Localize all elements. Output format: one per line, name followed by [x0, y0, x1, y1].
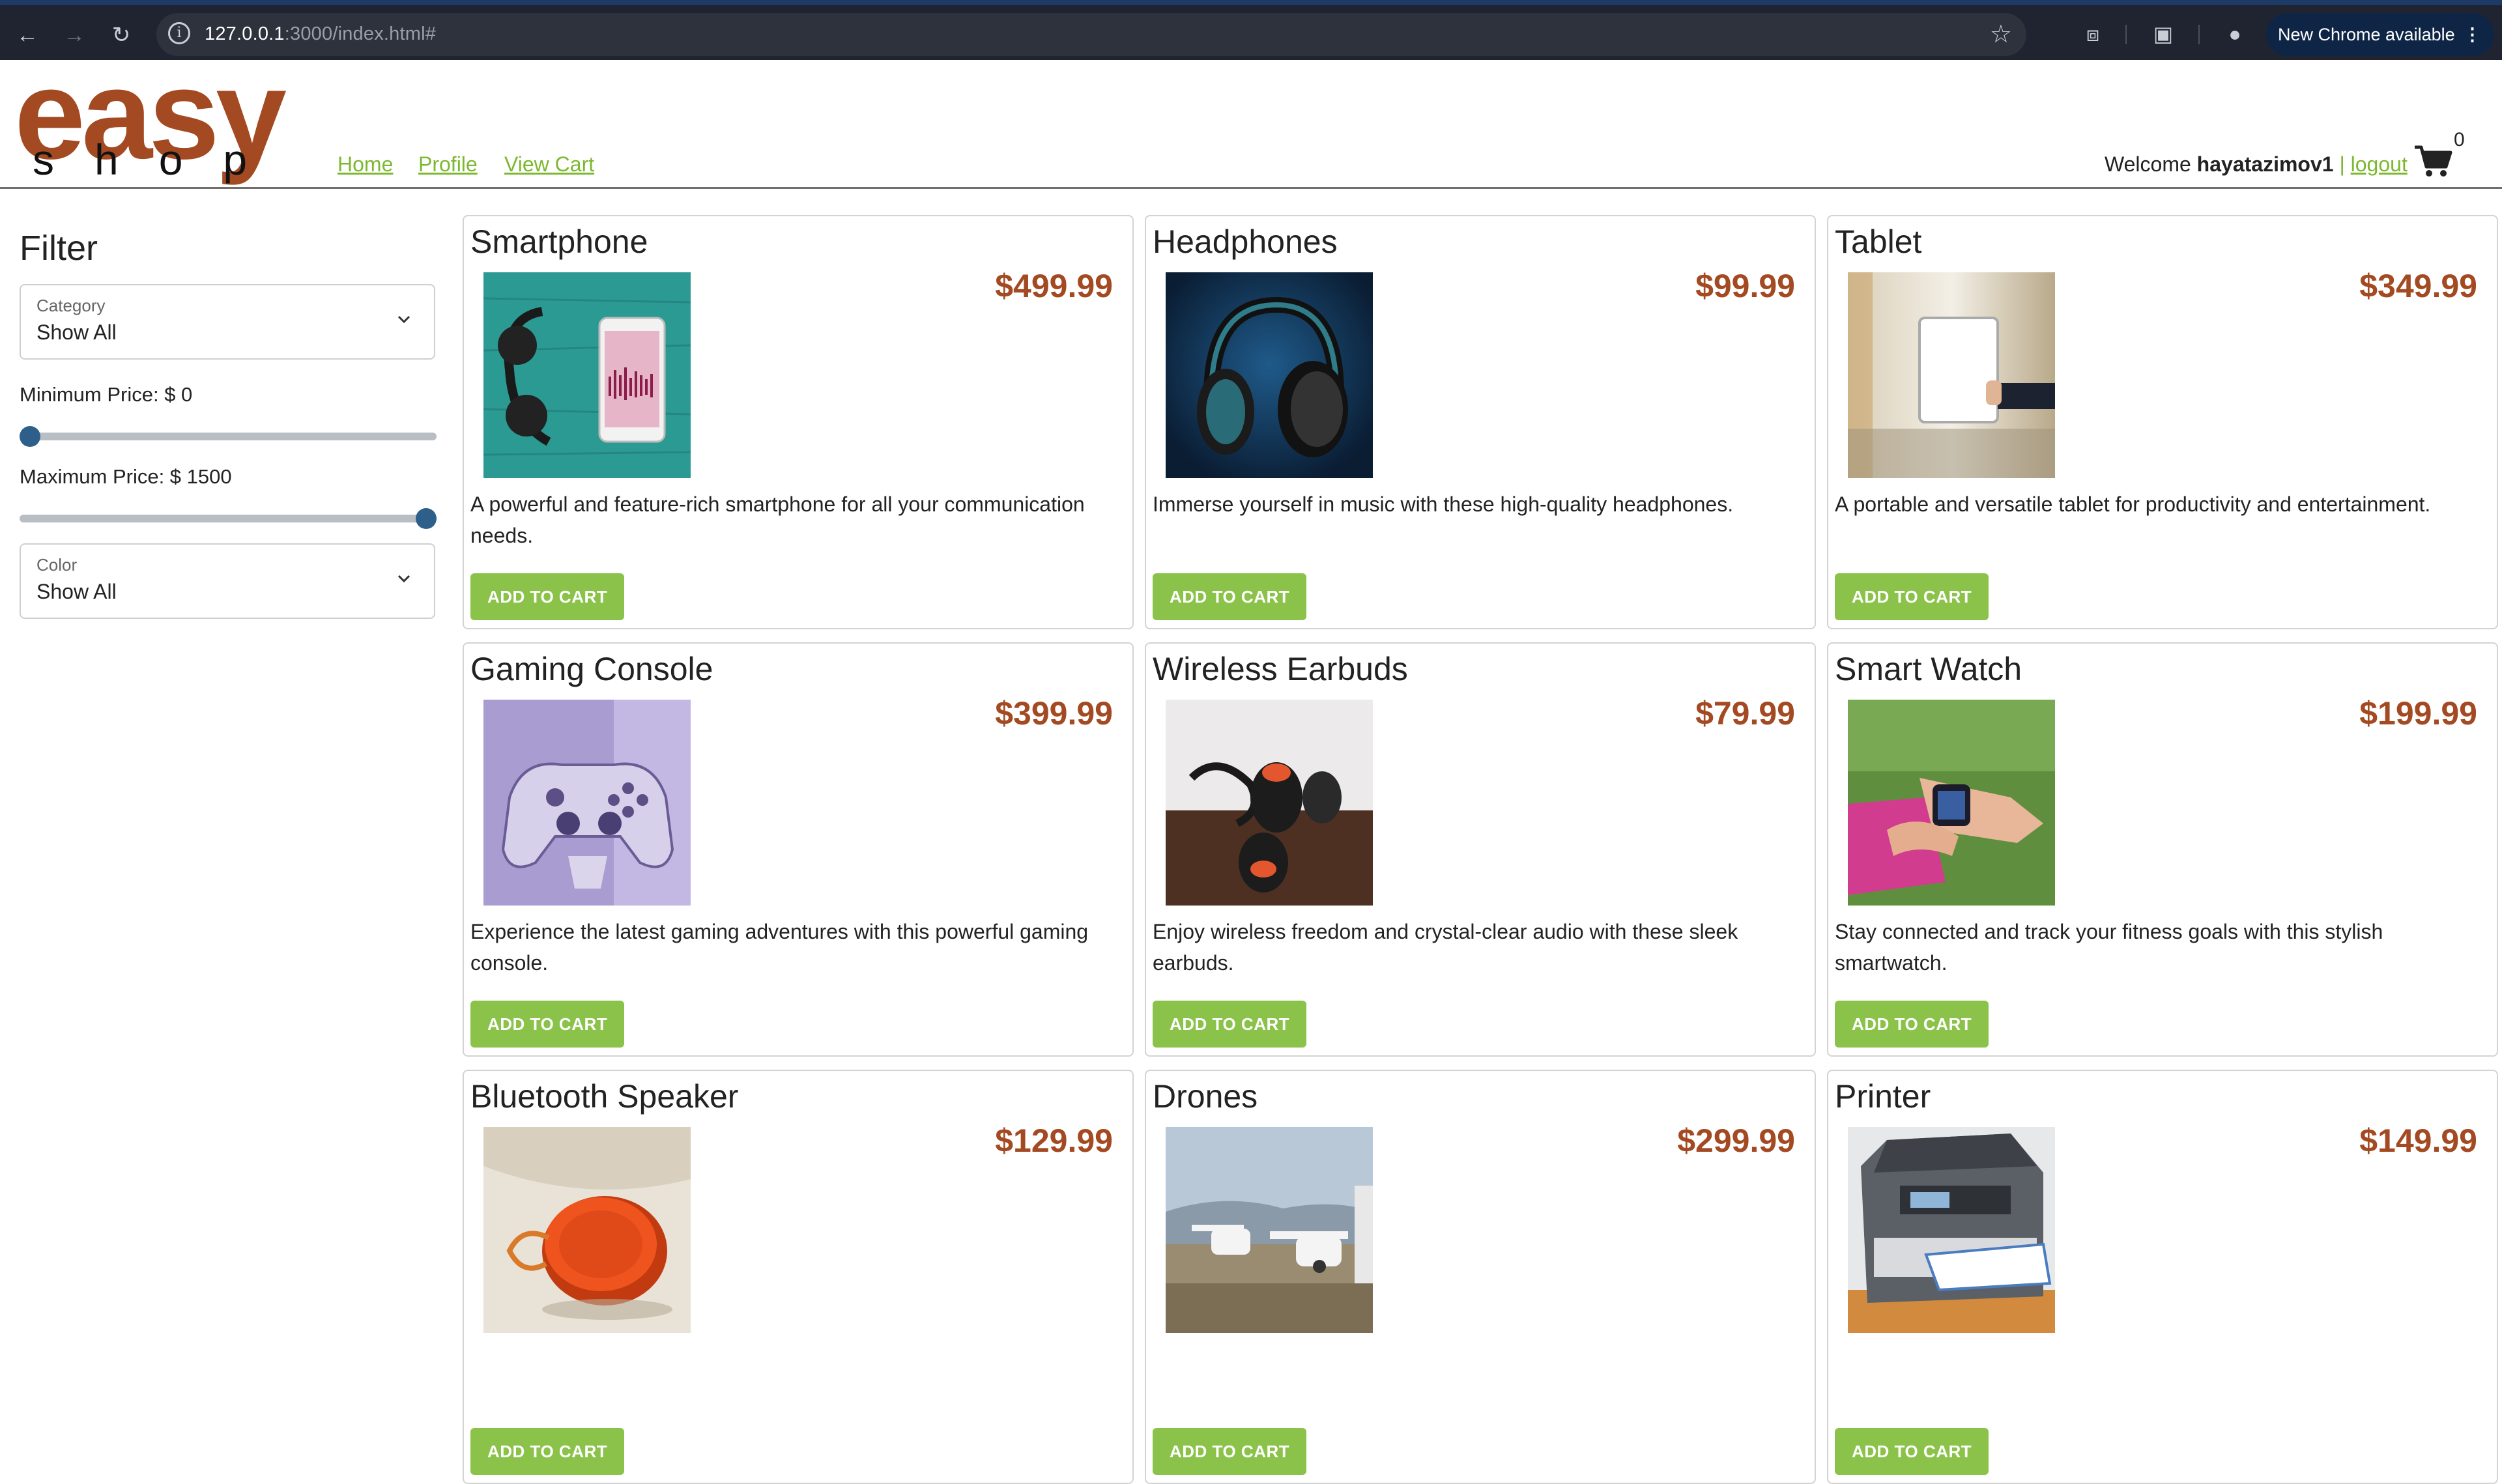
headphones-image: [1166, 272, 1373, 478]
drones-image: [1166, 1127, 1373, 1333]
nav-profile-link[interactable]: Profile: [418, 152, 478, 177]
product-name: Smart Watch: [1835, 651, 2022, 687]
add-to-cart-button[interactable]: ADD TO CART: [1153, 1428, 1307, 1475]
cart-count: 0: [2454, 129, 2465, 150]
add-to-cart-button[interactable]: ADD TO CART: [470, 573, 625, 620]
nav-home-link[interactable]: Home: [338, 152, 393, 177]
product-card: Wireless Earbuds $79.99 Enjoy wireless f…: [1145, 642, 1816, 1057]
add-to-cart-button[interactable]: ADD TO CART: [1835, 573, 1989, 620]
add-to-cart-button[interactable]: ADD TO CART: [1153, 573, 1307, 620]
product-price: $399.99: [995, 695, 1113, 732]
wireless-earbuds-image: [1166, 700, 1373, 906]
category-label: Category: [36, 296, 106, 315]
site-info-icon[interactable]: i: [168, 22, 190, 44]
product-card: Smartphone $499.99 A powerful and featur…: [463, 215, 1134, 629]
url-text: 127.0.0.1:3000/index.html#: [205, 23, 437, 44]
logo-shop[interactable]: shop: [33, 137, 287, 182]
smartphone-image: [483, 272, 691, 478]
product-description: A portable and versatile tablet for prod…: [1835, 492, 2431, 516]
color-value: Show All: [36, 580, 117, 603]
gaming-console-image: [483, 700, 691, 906]
product-price: $149.99: [2359, 1122, 2477, 1159]
address-bar[interactable]: i 127.0.0.1:3000/index.html# ☆: [156, 13, 2026, 56]
product-name: Headphones: [1153, 223, 1338, 260]
profile-avatar-icon[interactable]: ●: [2221, 20, 2249, 48]
welcome-message: Welcome hayatazimov1 | logout: [2105, 152, 2408, 177]
product-price: $199.99: [2359, 695, 2477, 732]
add-to-cart-button[interactable]: ADD TO CART: [470, 1428, 625, 1475]
chrome-update-label: New Chrome available: [2278, 25, 2455, 44]
category-value: Show All: [36, 321, 117, 344]
add-to-cart-button[interactable]: ADD TO CART: [1835, 1001, 1989, 1048]
product-card: Smart Watch $199.99 Stay connected and t…: [1827, 642, 2498, 1057]
product-card: Gaming Console $399.99 Experience the la…: [463, 642, 1134, 1057]
nav-view-cart-link[interactable]: View Cart: [504, 152, 594, 177]
welcome-label: Welcome: [2105, 152, 2191, 176]
printer-image: [1848, 1127, 2055, 1333]
max-price-slider[interactable]: [20, 508, 437, 529]
product-name: Printer: [1835, 1078, 1931, 1115]
product-name: Drones: [1153, 1078, 1258, 1115]
toolbar-separator: [2198, 25, 2200, 44]
username: hayatazimov1: [2196, 152, 2334, 176]
separator: |: [2339, 152, 2345, 176]
product-name: Bluetooth Speaker: [470, 1078, 739, 1115]
bookmark-star-icon[interactable]: ☆: [1990, 20, 2012, 49]
extensions-icon[interactable]: ⧈: [2078, 20, 2107, 48]
product-card: Printer $149.99 ADD TO CART: [1827, 1070, 2498, 1484]
product-price: $99.99: [1695, 268, 1795, 304]
max-price-label: Maximum Price: $ 1500: [20, 465, 232, 488]
add-to-cart-button[interactable]: ADD TO CART: [470, 1001, 625, 1048]
product-card: Bluetooth Speaker $129.99 ADD TO CART: [463, 1070, 1134, 1484]
site-header: easy shop Home Profile View Cart Welcome…: [0, 51, 2502, 189]
product-description: Stay connected and track your fitness go…: [1835, 920, 2383, 975]
product-description: Enjoy wireless freedom and crystal-clear…: [1153, 920, 1738, 975]
cart-icon[interactable]: [2413, 143, 2452, 178]
chrome-update-button[interactable]: New Chrome available ⋮: [2266, 13, 2494, 56]
toolbar-separator: [2125, 25, 2127, 44]
product-price: $499.99: [995, 268, 1113, 304]
min-price-thumb[interactable]: [20, 426, 40, 447]
product-name: Gaming Console: [470, 651, 713, 687]
product-price: $299.99: [1677, 1122, 1795, 1159]
chevron-down-icon: [397, 575, 410, 583]
product-price: $129.99: [995, 1122, 1113, 1159]
product-card: Drones $299.99 ADD TO CART: [1145, 1070, 1816, 1484]
product-description: Experience the latest gaming adventures …: [470, 920, 1089, 975]
min-price-slider[interactable]: [20, 426, 437, 447]
product-price: $79.99: [1695, 695, 1795, 732]
product-card: Headphones $99.99 Immerse yourself in mu…: [1145, 215, 1816, 629]
product-name: Wireless Earbuds: [1153, 651, 1408, 687]
tablet-image: [1848, 272, 2055, 478]
more-menu-icon[interactable]: ⋮: [2464, 13, 2481, 56]
cast-icon[interactable]: ▣: [2149, 20, 2178, 48]
product-name: Tablet: [1835, 223, 1922, 260]
chevron-down-icon: [397, 315, 410, 324]
add-to-cart-button[interactable]: ADD TO CART: [1153, 1001, 1307, 1048]
product-description: Immerse yourself in music with these hig…: [1153, 492, 1734, 516]
filter-title: Filter: [20, 229, 98, 268]
color-select[interactable]: Color Show All: [20, 543, 435, 619]
bluetooth-speaker-image: [483, 1127, 691, 1333]
min-price-label: Minimum Price: $ 0: [20, 383, 193, 406]
add-to-cart-button[interactable]: ADD TO CART: [1835, 1428, 1989, 1475]
product-name: Smartphone: [470, 223, 648, 260]
browser-toolbar: ← → ↻ i 127.0.0.1:3000/index.html# ☆ ⧈ ▣…: [0, 0, 2502, 60]
product-card: Tablet $349.99 A portable and versatile …: [1827, 215, 2498, 629]
category-select[interactable]: Category Show All: [20, 284, 435, 360]
smart-watch-image: [1848, 700, 2055, 906]
color-label: Color: [36, 555, 78, 575]
product-price: $349.99: [2359, 268, 2477, 304]
logout-link[interactable]: logout: [2351, 152, 2408, 176]
product-description: A powerful and feature-rich smartphone f…: [470, 492, 1085, 547]
max-price-thumb[interactable]: [416, 508, 437, 529]
